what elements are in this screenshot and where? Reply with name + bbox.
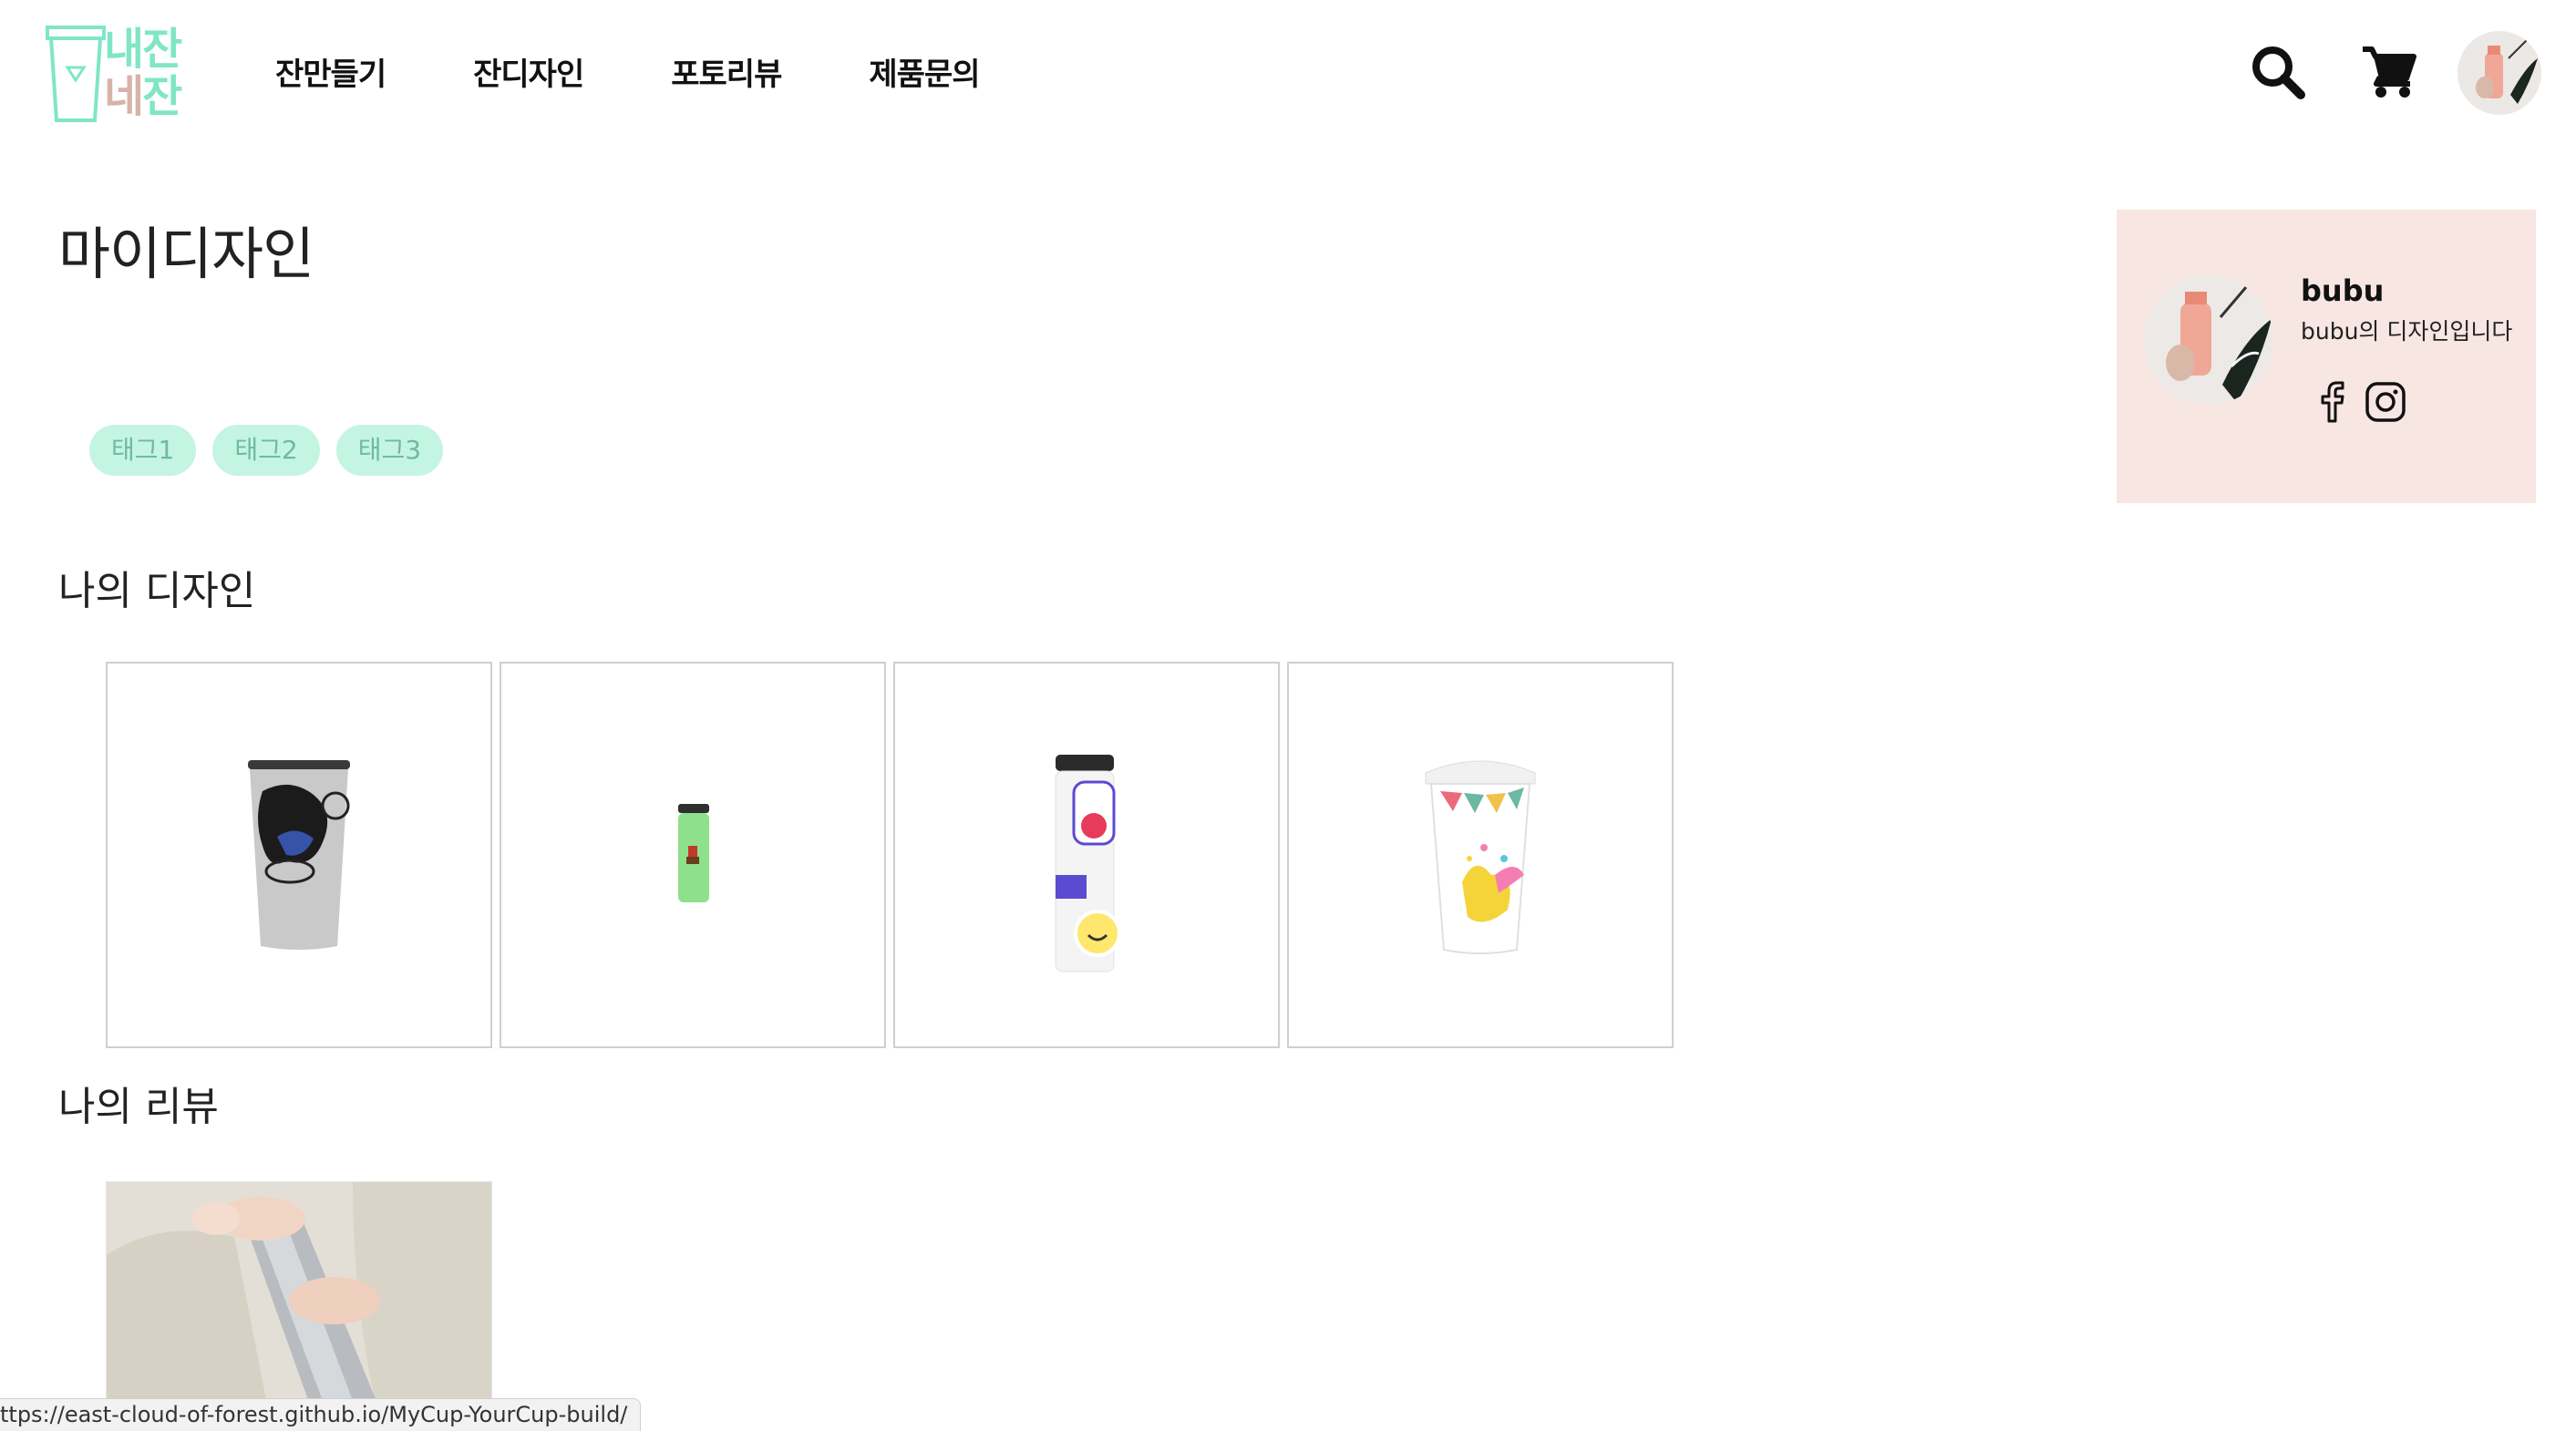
- avatar-photo: [2458, 31, 2541, 115]
- cart-icon[interactable]: [2361, 44, 2417, 100]
- logo-line-1: 내잔: [104, 24, 182, 75]
- review-card[interactable]: [106, 1181, 492, 1422]
- header: 내잔 네잔 잔만들기 잔디자인 포토리뷰 제품문의: [0, 0, 2576, 146]
- design-card[interactable]: [500, 662, 886, 1048]
- review-photo: [107, 1182, 491, 1421]
- page-title: 마이디자인: [58, 221, 314, 287]
- profile-bio: bubu의 디자인입니다: [2301, 318, 2513, 345]
- search-icon[interactable]: [2250, 44, 2306, 100]
- tag-chip[interactable]: 태그3: [335, 425, 444, 476]
- facebook-icon[interactable]: [2315, 381, 2348, 423]
- instagram-icon[interactable]: [2365, 381, 2406, 423]
- nav-product-inquiry[interactable]: 제품문의: [869, 49, 980, 94]
- tag-list: 태그1 태그2 태그3: [89, 425, 459, 476]
- cup-logo-icon: [46, 26, 106, 122]
- design-card[interactable]: [106, 662, 492, 1048]
- bunting-cup-image: [1425, 760, 1536, 954]
- tag-chip[interactable]: 태그1: [89, 425, 197, 476]
- design-card[interactable]: [1287, 662, 1674, 1048]
- logo[interactable]: 내잔 네잔: [44, 22, 199, 128]
- green-bottle-image: [678, 804, 709, 902]
- nav-cup-design[interactable]: 잔디자인: [473, 49, 584, 94]
- logo-text: 내잔 네잔: [104, 24, 182, 122]
- sticker-bottle-image: [1055, 755, 1121, 973]
- profile-photo: [2144, 275, 2273, 405]
- design-card[interactable]: [893, 662, 1280, 1048]
- logo-line-2b: 잔: [142, 71, 182, 122]
- nav-make-cup[interactable]: 잔만들기: [275, 49, 386, 94]
- tumbler-image: [248, 760, 350, 950]
- user-avatar[interactable]: [2458, 31, 2541, 115]
- nav-photo-review[interactable]: 포토리뷰: [671, 49, 782, 94]
- profile-name: bubu: [2301, 273, 2385, 308]
- logo-line-2a: 네: [104, 71, 144, 122]
- my-reviews-heading: 나의 리뷰: [58, 1084, 219, 1130]
- main-nav: 잔만들기 잔디자인 포토리뷰 제품문의: [275, 49, 1067, 94]
- design-grid: [106, 662, 1681, 1048]
- logo-line-2: 네잔: [104, 71, 182, 122]
- status-bar-url: ttps://east-cloud-of-forest.github.io/My…: [0, 1398, 642, 1431]
- profile-card: bubu bubu의 디자인입니다: [2117, 210, 2536, 503]
- tag-chip[interactable]: 태그2: [212, 425, 320, 476]
- my-designs-heading: 나의 디자인: [58, 568, 256, 614]
- profile-avatar: [2144, 275, 2273, 405]
